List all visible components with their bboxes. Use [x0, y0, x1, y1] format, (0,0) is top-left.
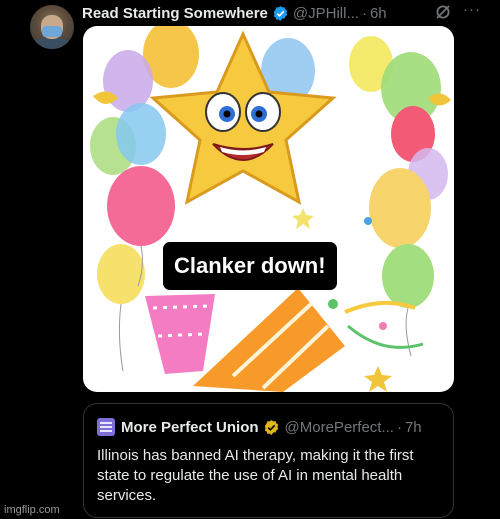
quote-text: Illinois has banned AI therapy, making i…: [97, 447, 414, 504]
imgflip-watermark: imgflip.com: [4, 504, 60, 516]
author-avatar[interactable]: [30, 5, 74, 49]
author-name[interactable]: Read Starting Somewhere: [82, 5, 268, 22]
post-image[interactable]: Clanker down!: [83, 26, 454, 392]
quote-separator-dot: ·: [396, 418, 402, 436]
image-caption: Clanker down!: [163, 242, 337, 290]
grok-icon[interactable]: [435, 4, 451, 25]
party-illustration: [90, 26, 451, 392]
quote-author-handle[interactable]: @MorePerfect...: [285, 419, 394, 436]
verified-badge-icon: [272, 5, 289, 22]
quote-timestamp[interactable]: 7h: [405, 419, 422, 436]
quote-header: More Perfect Union @MorePerfect... · 7h: [97, 417, 422, 437]
separator-dot: ·: [361, 4, 367, 22]
quote-author-name[interactable]: More Perfect Union: [121, 419, 259, 436]
more-icon[interactable]: ···: [463, 1, 481, 18]
avatar-mask: [42, 26, 62, 37]
quoted-post[interactable]: More Perfect Union @MorePerfect... · 7h …: [83, 403, 454, 518]
avatar-shirt: [34, 38, 70, 49]
verified-org-badge-icon: [263, 419, 280, 436]
author-handle[interactable]: @JPHill...: [293, 5, 359, 22]
post-header: Read Starting Somewhere @JPHill... · 6h: [82, 3, 387, 23]
quote-avatar[interactable]: [97, 418, 115, 436]
post-timestamp[interactable]: 6h: [370, 5, 387, 22]
